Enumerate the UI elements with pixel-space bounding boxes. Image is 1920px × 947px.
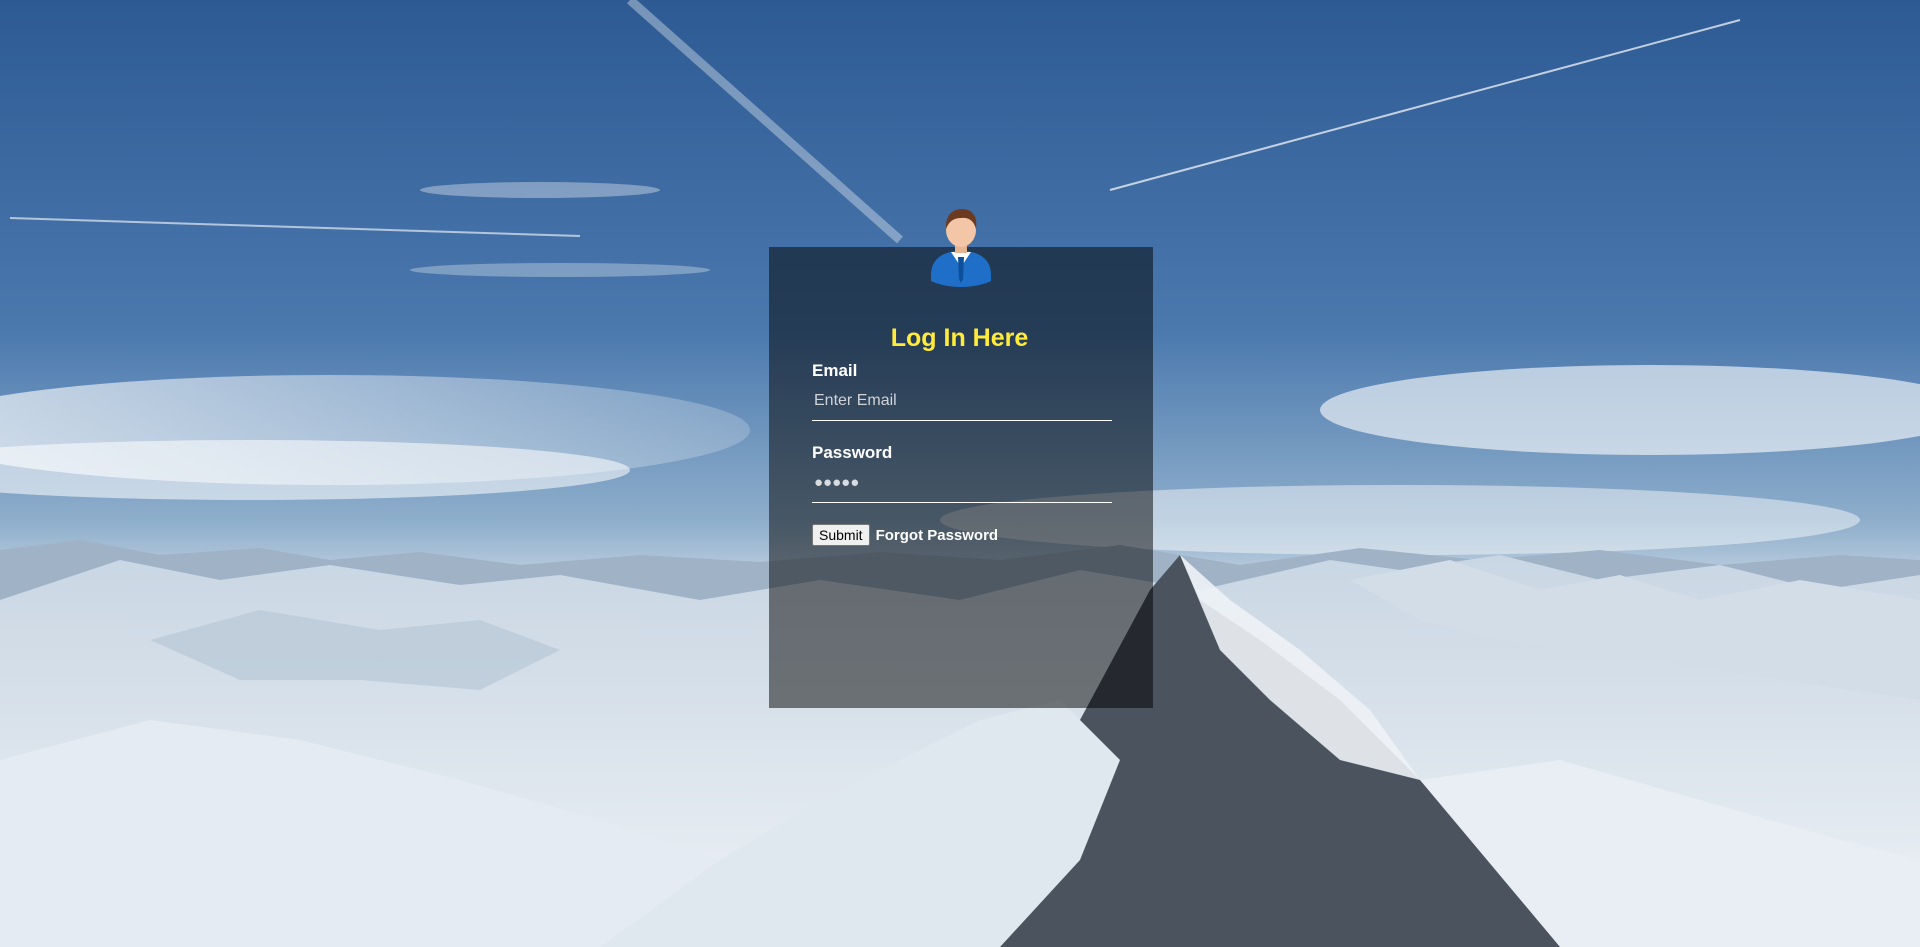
user-avatar-icon	[927, 205, 995, 287]
login-panel: Log In Here Email Password ●●●●● Submit …	[769, 209, 1153, 708]
login-title: Log In Here	[890, 324, 1029, 352]
submit-button[interactable]: Submit	[812, 524, 870, 546]
forgot-password-link[interactable]: Forgot Password	[876, 527, 999, 544]
email-label: Email	[812, 361, 858, 380]
password-field[interactable]: ●●●●●	[812, 463, 1112, 503]
email-field[interactable]	[812, 381, 1112, 421]
form-actions: Submit Forgot Password	[812, 523, 1113, 547]
password-label: Password	[812, 443, 893, 462]
